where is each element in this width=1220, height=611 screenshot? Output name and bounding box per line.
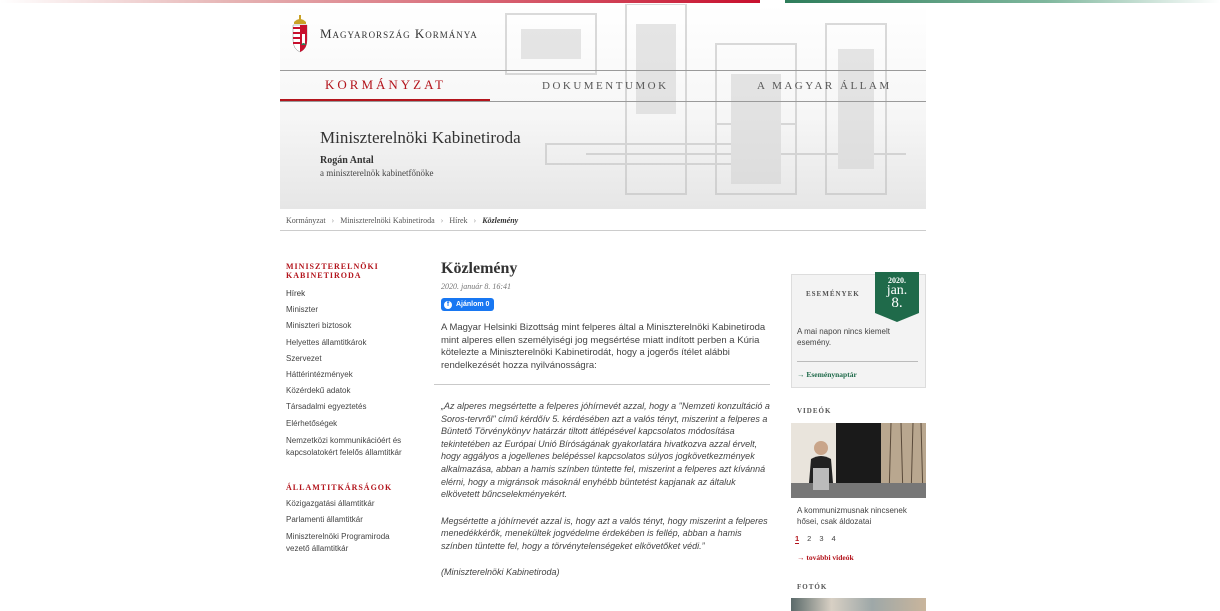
article-divider <box>434 384 770 385</box>
sidebar-item-programiroda[interactable]: Miniszterelnöki Programiroda vezető álla… <box>286 528 411 555</box>
sidebar-item-helyettes-allamtitkarok[interactable]: Helyettes államtitkárok <box>286 335 411 351</box>
sidebar-item-tarsadalmi-egyeztetes[interactable]: Társadalmi egyeztetés <box>286 399 411 415</box>
sidebar-item-hatterintezmenyek[interactable]: Háttérintézmények <box>286 367 411 383</box>
article-signature: (Miniszterelnöki Kabinetiroda) <box>441 566 560 577</box>
photos-title: FOTÓK <box>797 583 828 591</box>
sidebar-item-hirek[interactable]: Hírek <box>286 286 411 302</box>
videos-title: VIDEÓK <box>797 407 832 415</box>
nav-active-underline <box>280 99 490 101</box>
photo-thumbnail[interactable] <box>791 598 926 611</box>
site-name: Magyarország Kormánya <box>320 26 478 41</box>
events-calendar-link[interactable]: → Eseménynaptár <box>797 370 857 379</box>
date-badge: 2020. jan. 8. <box>875 272 919 322</box>
breadcrumb-separator-icon: › <box>331 215 335 225</box>
sidebar-item-elerhetosegek[interactable]: Elérhetőségek <box>286 416 411 432</box>
article-title: Közlemény <box>441 260 518 277</box>
sidebar-item-parlamenti[interactable]: Parlamenti államtitkár <box>286 512 411 528</box>
video-page[interactable]: 3 <box>819 534 823 544</box>
sidebar-item-kozigazgatasi[interactable]: Közigazgatási államtitkár <box>286 496 411 512</box>
sidebar: MINISZTERELNÖKI KABINETIRODA Hírek Minis… <box>286 262 411 555</box>
article-date: 2020. január 8. 16:41 <box>441 282 511 291</box>
nav-dokumentumok[interactable]: DOKUMENTUMOK <box>542 80 669 92</box>
events-divider <box>797 361 918 362</box>
video-page[interactable]: 1 <box>795 534 800 544</box>
quote-paragraph: „Az alperes megsértette a felperes jóhír… <box>441 401 770 500</box>
coat-of-arms-icon <box>292 15 308 53</box>
sidebar-section-title[interactable]: MINISZTERELNÖKI KABINETIRODA <box>286 262 411 280</box>
facebook-like-button[interactable]: f Ajánlom 0 <box>441 298 495 311</box>
date-badge-day: 8. <box>891 295 903 311</box>
sidebar-item-nemzetkozi-kommunikacio[interactable]: Nemzetközi kommunikációért és kapcsolato… <box>286 432 411 459</box>
building-illustration <box>505 4 906 195</box>
sidebar-item-kozerdeku-adatok[interactable]: Közérdekű adatok <box>286 383 411 399</box>
events-text: A mai napon nincs kiemelt esemény. <box>797 327 890 347</box>
sidebar-item-miniszter[interactable]: Miniszter <box>286 302 411 318</box>
video-caption[interactable]: A kommunizmusnak nincsenek hősei, csak á… <box>797 505 922 527</box>
nav-magyar-allam[interactable]: A MAGYAR ÁLLAM <box>757 80 892 92</box>
breadcrumb-separator-icon: › <box>440 215 444 225</box>
video-pagination: 1 2 3 4 <box>795 534 836 544</box>
sidebar-item-szervezet[interactable]: Szervezet <box>286 351 411 367</box>
article-quote: „Az alperes megsértette a felperes jóhír… <box>441 400 771 553</box>
nav-kormanyzat[interactable]: KORMÁNYZAT <box>325 77 446 93</box>
page-title[interactable]: Miniszterelnöki Kabinetiroda <box>320 128 521 148</box>
main-navigation: KORMÁNYZAT DOKUMENTUMOK A MAGYAR ÁLLAM <box>280 70 926 102</box>
quote-paragraph: Megsértette a jóhírnevét azzal is, hogy … <box>441 515 768 551</box>
video-page[interactable]: 2 <box>807 534 811 544</box>
breadcrumb-item[interactable]: Hírek <box>449 216 467 225</box>
video-thumbnail[interactable] <box>791 423 926 498</box>
facebook-like-label: Ajánlom 0 <box>456 301 490 308</box>
site-logo[interactable]: Magyarország Kormánya <box>290 14 478 54</box>
video-thumbnail-image <box>791 423 926 498</box>
facebook-icon: f <box>444 300 452 309</box>
leader-name: Rogán Antal <box>320 155 374 166</box>
more-videos-link[interactable]: → további videók <box>797 553 854 562</box>
article-lead: A Magyar Helsinki Bizottság mint felpere… <box>441 322 766 371</box>
breadcrumb-separator-icon: › <box>473 215 477 225</box>
top-bar-red <box>0 0 760 3</box>
breadcrumb: Kormányzat › Miniszterelnöki Kabinetirod… <box>280 210 926 231</box>
breadcrumb-current: Közlemény <box>482 215 519 225</box>
breadcrumb-item[interactable]: Kormányzat <box>286 216 326 225</box>
video-page[interactable]: 4 <box>832 534 836 544</box>
events-title: ESEMÉNYEK <box>806 290 860 298</box>
breadcrumb-item[interactable]: Miniszterelnöki Kabinetiroda <box>340 216 434 225</box>
sidebar-item-miniszteri-biztosok[interactable]: Miniszteri biztosok <box>286 318 411 334</box>
sidebar-section-title[interactable]: ÁLLAMTITKÁRSÁGOK <box>286 483 411 492</box>
top-bar-green <box>785 0 1220 3</box>
leader-role: a miniszterelnök kabinetfőnöke <box>320 168 434 178</box>
article: Közlemény 2020. január 8. 16:41 f Ajánlo… <box>434 260 771 577</box>
